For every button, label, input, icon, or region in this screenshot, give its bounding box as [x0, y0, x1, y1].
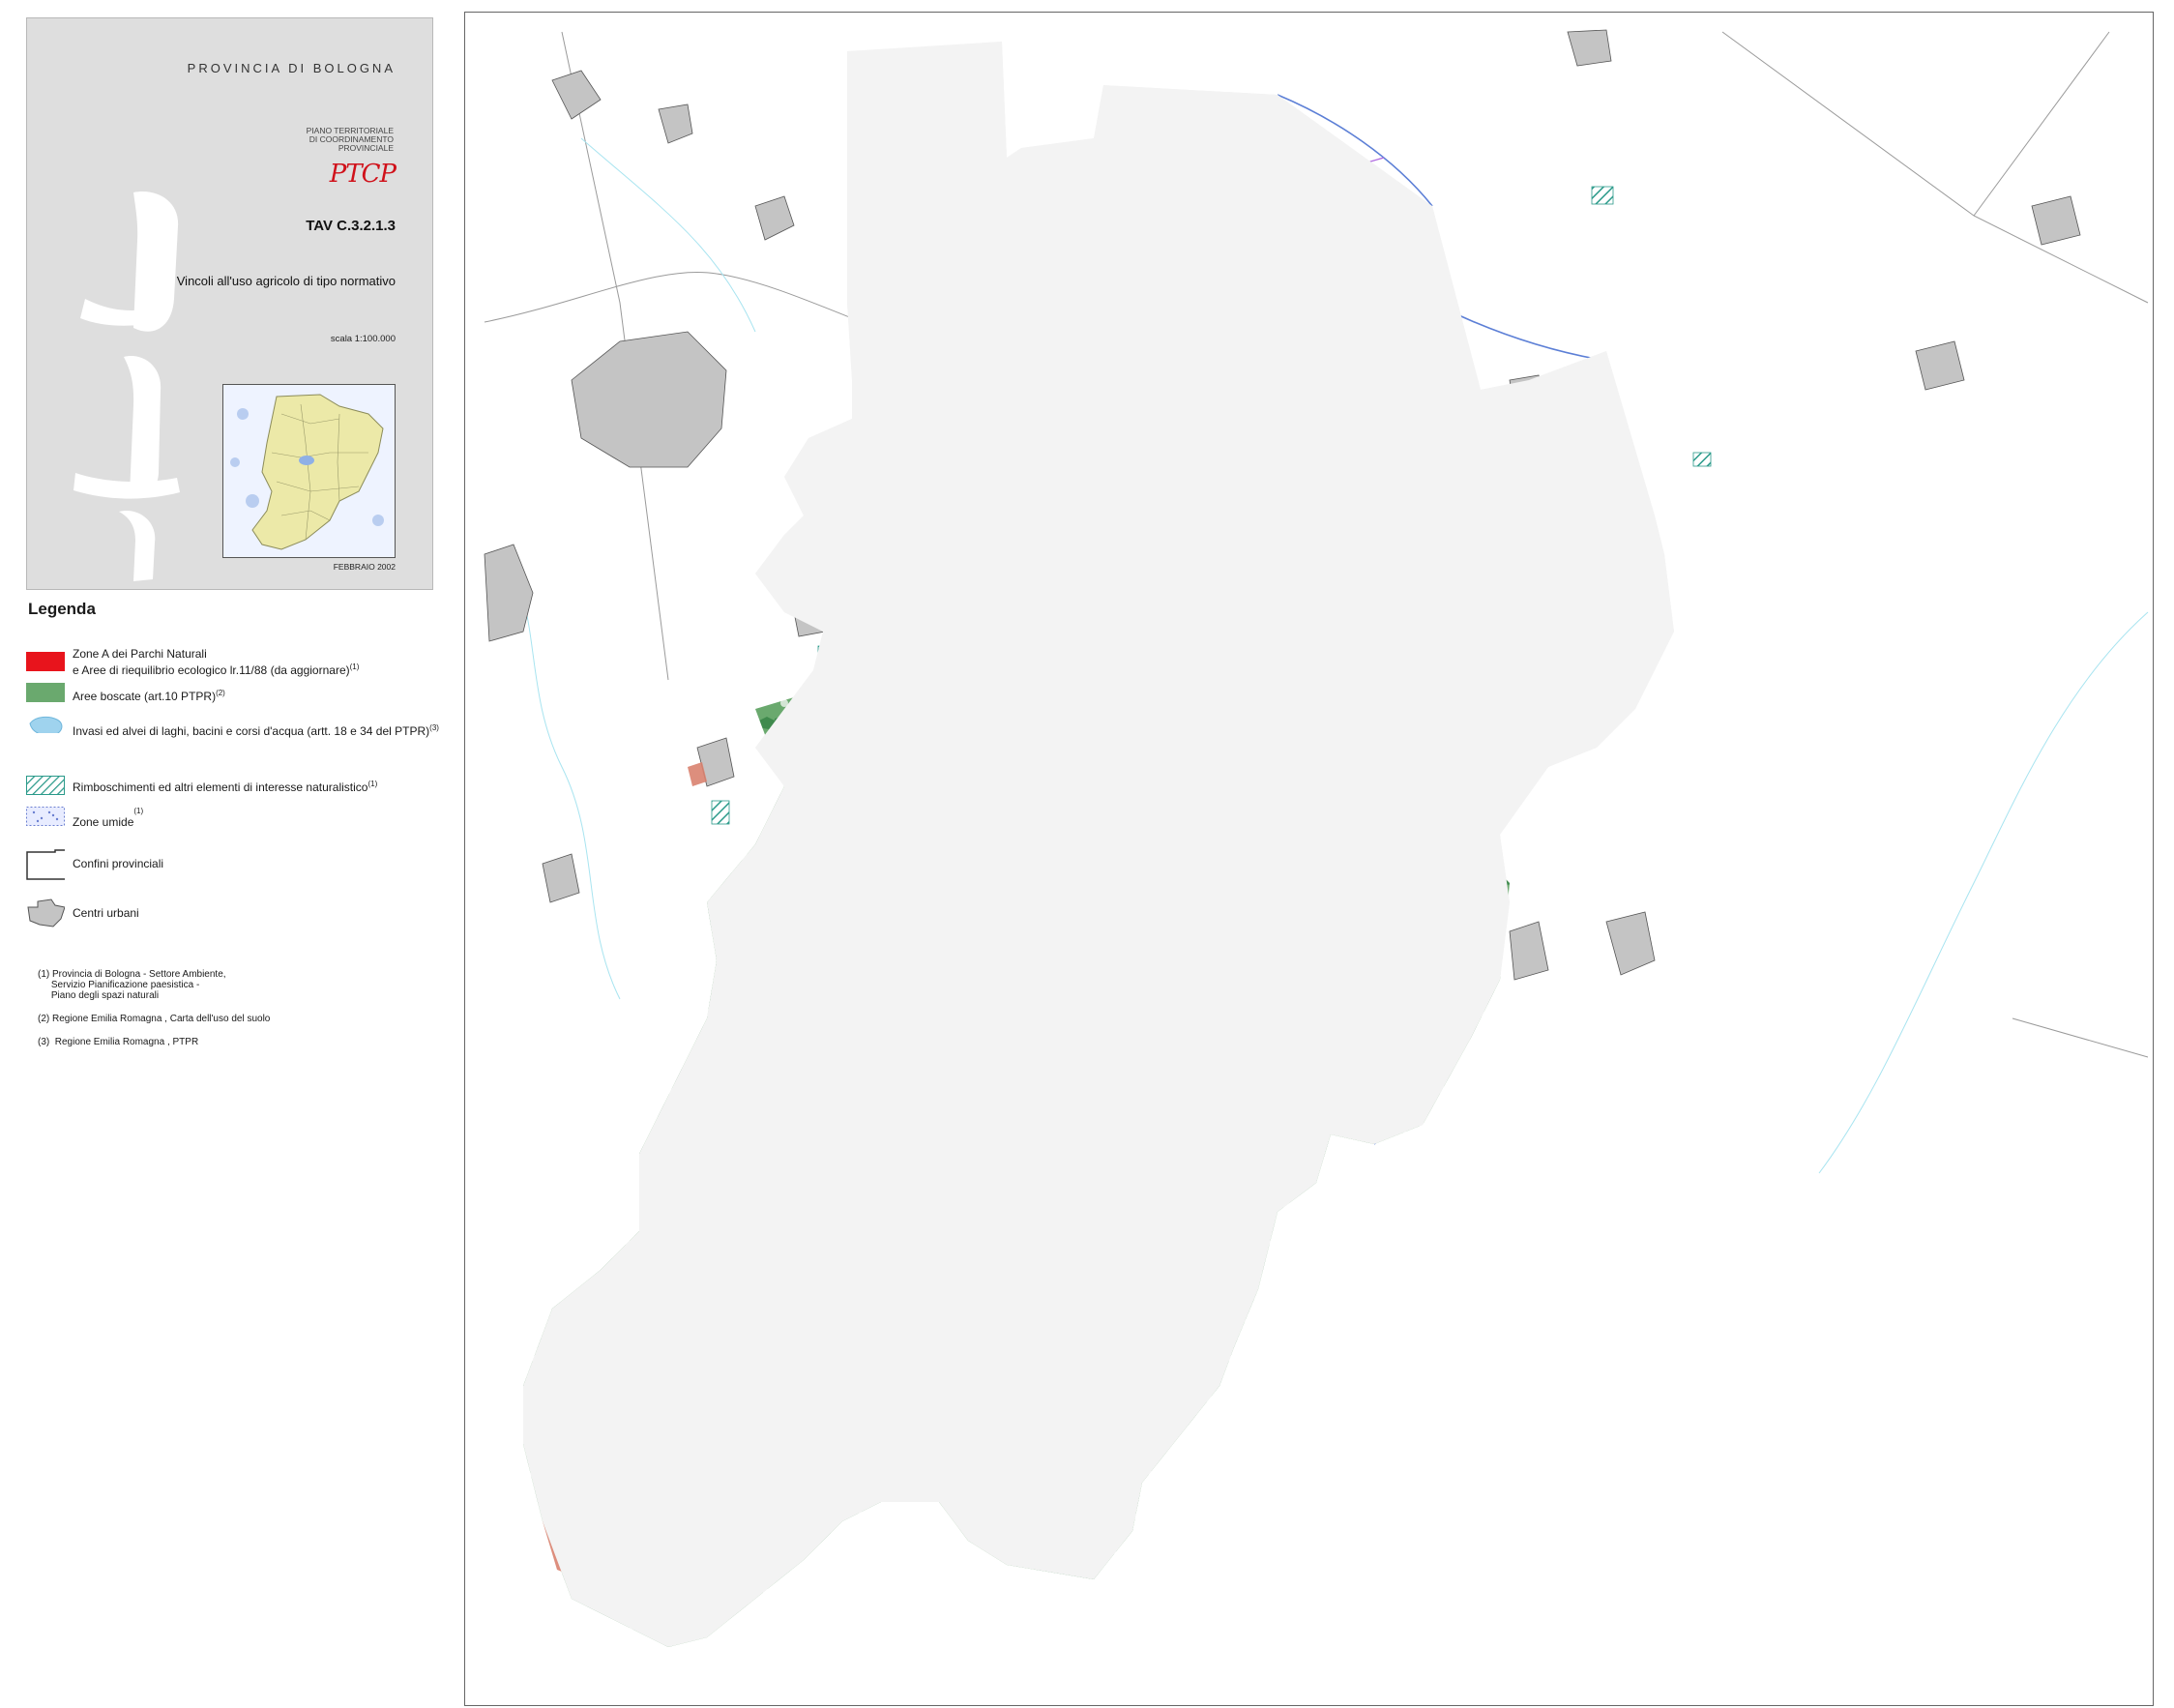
legend-footnote-ref: (1): [367, 780, 378, 788]
legend-label: Confini provinciali: [73, 857, 164, 870]
legend-label: Centri urbani: [73, 906, 139, 920]
plan-name: PIANO TERRITORIALE DI COORDINAMENTO PROV…: [307, 127, 394, 153]
locator-inset-map: [222, 384, 396, 558]
water-swatch: [29, 716, 63, 733]
zone-a-swatch: [26, 652, 65, 671]
forest-swatch: [26, 683, 65, 702]
hatch-swatch: [26, 776, 65, 795]
legend-label: Invasi ed alvei di laghi, bacini e corsi…: [73, 724, 430, 738]
map-date: FEBBRAIO 2002: [333, 562, 396, 572]
legend-footnote-ref: (3): [429, 723, 439, 732]
urban-swatch: [27, 898, 65, 928]
legend-label: Zone A dei Parchi Naturali: [73, 647, 207, 661]
ptcp-watermark-logo: [73, 191, 180, 581]
legend-note: (1) Provincia di Bologna - Settore Ambie…: [38, 969, 226, 1001]
ptcp-logo: PTCP: [329, 160, 397, 189]
plan-line: PROVINCIALE: [338, 143, 394, 153]
legend-label: e Aree di riequilibrio ecologico lr.11/8…: [73, 663, 350, 677]
legend-label: Zone umide: [73, 815, 134, 829]
legend-title: Legenda: [28, 600, 96, 618]
boundary-swatch: [26, 849, 65, 880]
legend-footnote-ref: (1): [349, 663, 360, 671]
main-map: [464, 12, 2154, 1706]
legend-note: (3) Regione Emilia Romagna , PTPR: [38, 1037, 199, 1047]
legend-footnote-ref: (2): [216, 689, 225, 697]
legend-note: (2) Regione Emilia Romagna , Carta dell'…: [38, 1014, 271, 1024]
title-block: PROVINCIA DI BOLOGNA PIANO TERRITORIALE …: [26, 17, 433, 590]
map-scale: scala 1:100.000: [330, 334, 396, 344]
table-code: TAV C.3.2.1.3: [306, 218, 396, 234]
legend-label: Rimboschimenti ed altri elementi di inte…: [73, 780, 368, 794]
wetland-swatch: [26, 807, 65, 826]
legend-footnote-ref: (1): [133, 807, 144, 815]
legend-label: Aree boscate (art.10 PTPR): [73, 690, 217, 703]
province-name: PROVINCIA DI BOLOGNA: [187, 61, 396, 75]
